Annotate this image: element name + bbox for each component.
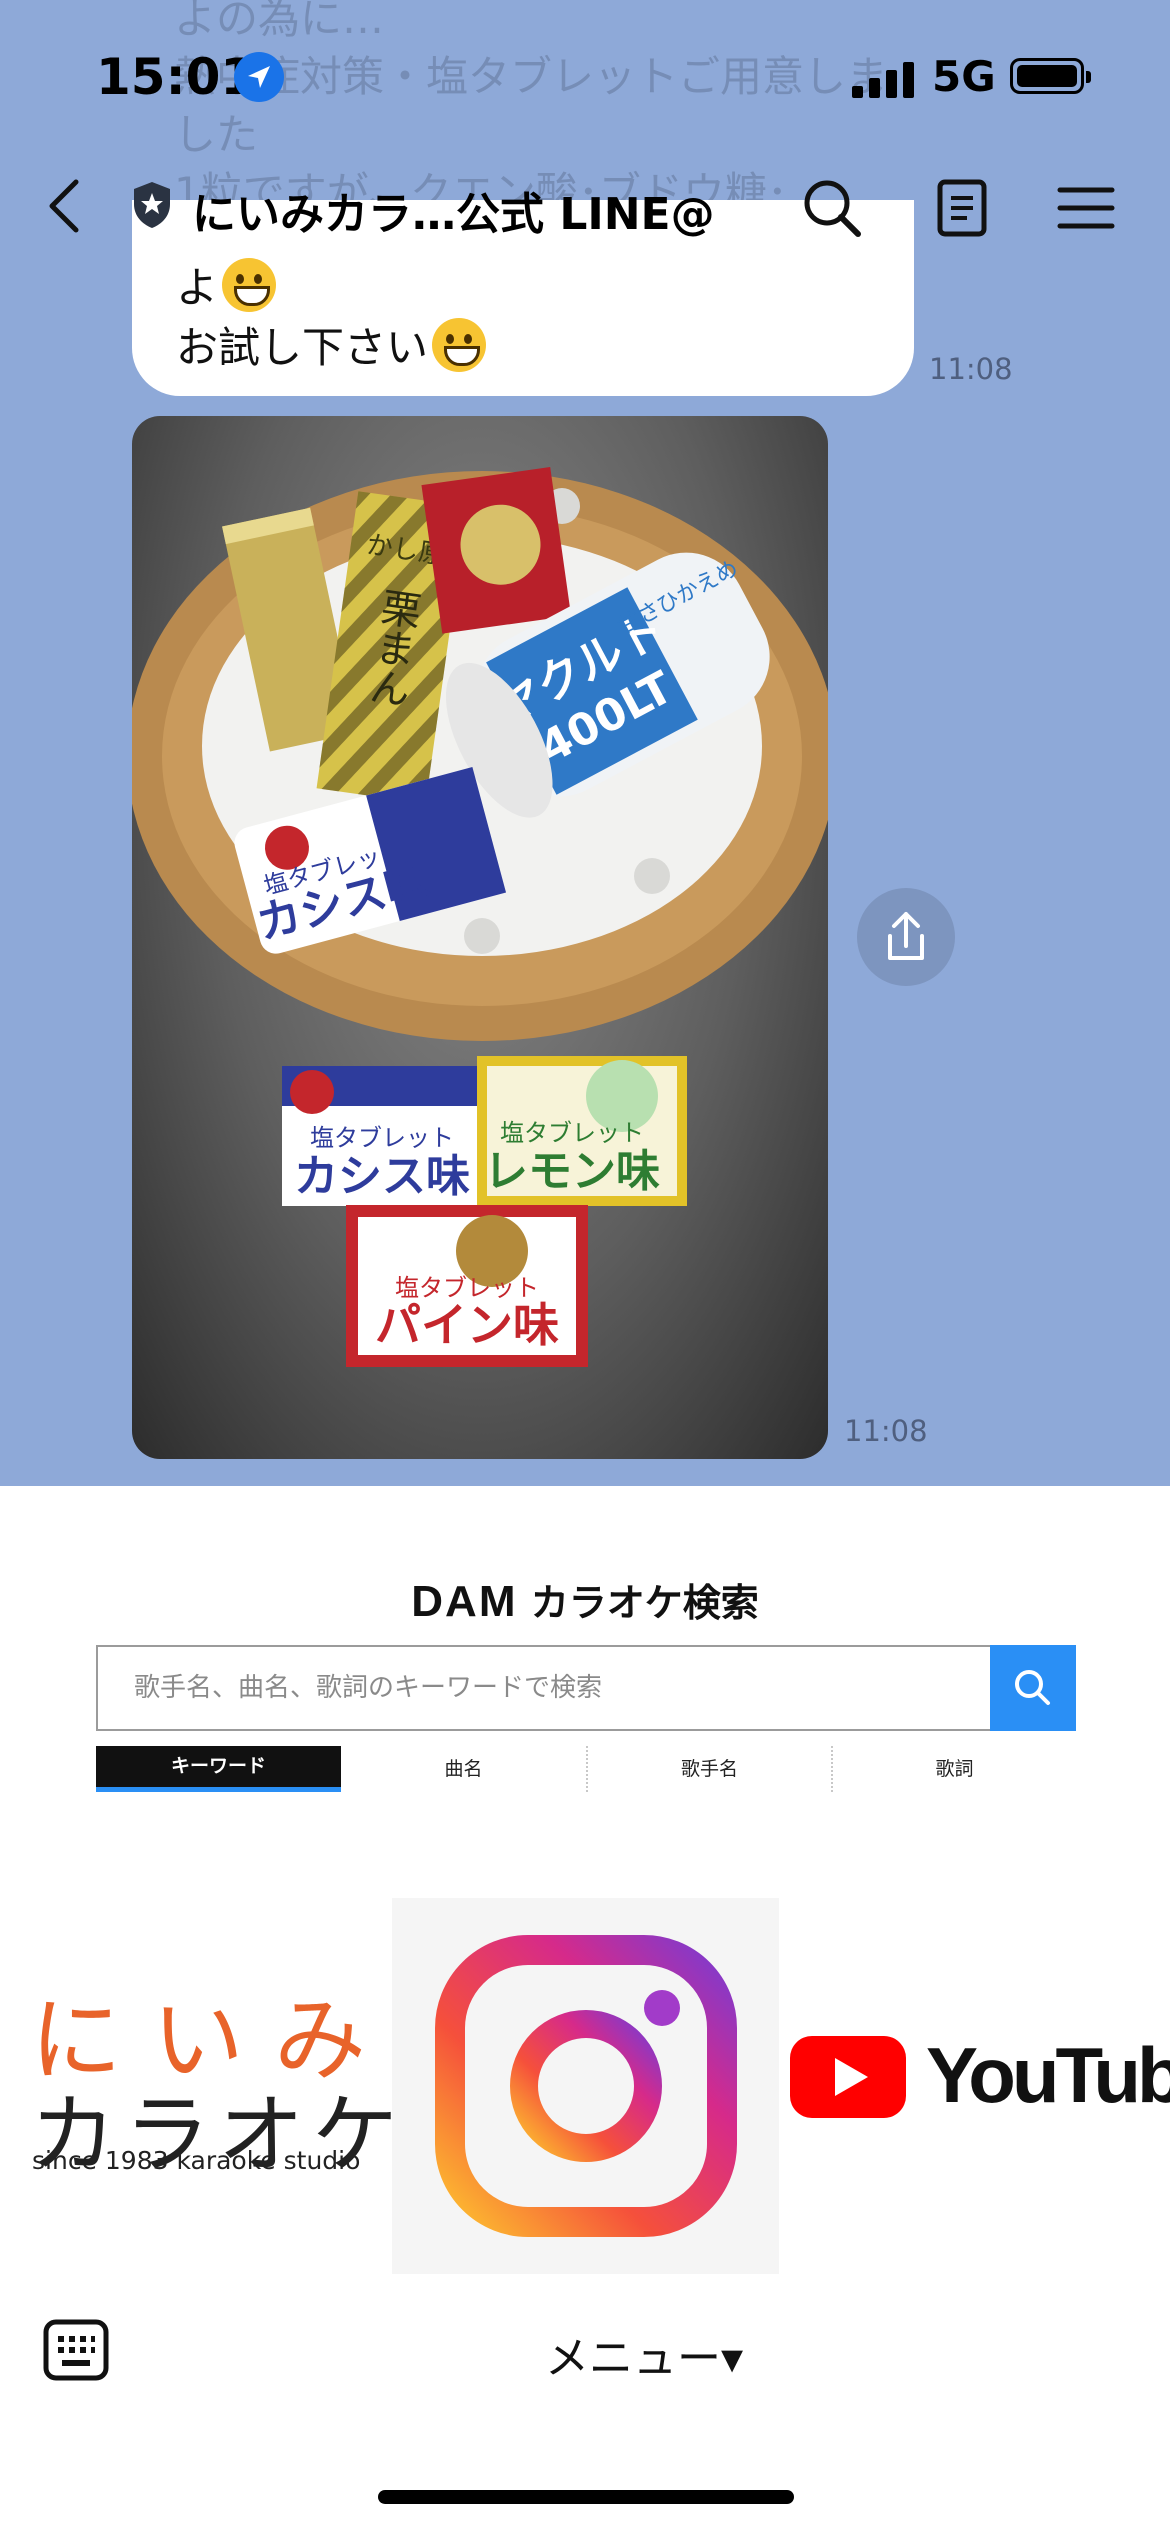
sweat-smile-emoji-icon bbox=[222, 258, 277, 312]
cellular-signal-icon bbox=[852, 58, 916, 98]
dam-karaoke-search-title: DAM カラオケ検索 bbox=[0, 1572, 1170, 1627]
back-icon[interactable] bbox=[44, 176, 84, 236]
message-line-2: お試し下さい bbox=[176, 318, 914, 378]
tab-keyword[interactable]: キーワード bbox=[96, 1746, 341, 1792]
tab-artist[interactable]: 歌手名 bbox=[586, 1746, 831, 1792]
youtube-link[interactable]: YouTube bbox=[788, 2020, 1170, 2138]
tab-song-title[interactable]: 曲名 bbox=[341, 1746, 586, 1792]
photo-pine-flavor: パイン味 bbox=[375, 1298, 559, 1352]
instagram-icon bbox=[435, 1935, 737, 2237]
photo-lemon-flavor: レモン味 bbox=[484, 1146, 660, 1197]
photo-cassis-brand: 塩タブレット bbox=[310, 1124, 454, 1152]
chat-photo[interactable]: かし原 栗まん ヤクルト 400LT 甘さひかえめ 塩タブレット カシス味 塩タ… bbox=[132, 416, 828, 1459]
message-line-2-text: お試し下さい bbox=[176, 323, 429, 372]
home-indicator[interactable] bbox=[378, 2490, 794, 2504]
tab-lyrics[interactable]: 歌詞 bbox=[831, 1746, 1076, 1792]
keyboard-icon[interactable] bbox=[42, 2318, 110, 2382]
search-icon[interactable] bbox=[800, 176, 864, 240]
niimi-logo-sub: since 1983 karaoke studio bbox=[32, 2146, 361, 2175]
dam-search-tabs: キーワード 曲名 歌手名 歌詞 bbox=[96, 1746, 1076, 1792]
dam-search-input[interactable] bbox=[96, 1645, 990, 1731]
niimi-karaoke-logo-link[interactable]: にいみ カラオケ since 1983 karaoke studio bbox=[20, 1966, 398, 2186]
status-bar: 15:01 5G bbox=[0, 0, 1170, 150]
photo-lemon-brand: 塩タブレット bbox=[500, 1119, 644, 1147]
youtube-play-icon bbox=[790, 2036, 906, 2118]
photo-cassis-flavor: カシス味 bbox=[294, 1151, 470, 1202]
status-time: 15:01 bbox=[96, 48, 256, 106]
network-type: 5G bbox=[932, 52, 996, 101]
menu-hamburger-icon[interactable] bbox=[1054, 176, 1118, 240]
official-account-shield-icon bbox=[134, 182, 170, 228]
chat-title[interactable]: にいみカラ…公式 LINE@ bbox=[192, 178, 715, 242]
snack-photo-illustration: かし原 栗まん ヤクルト 400LT 甘さひかえめ 塩タブレット カシス味 塩タ… bbox=[132, 467, 828, 1367]
message-timestamp: 11:08 bbox=[929, 352, 1013, 386]
youtube-wordmark: YouTube bbox=[926, 2031, 1170, 2119]
instagram-link[interactable] bbox=[392, 1898, 779, 2274]
dam-brand: DAM bbox=[411, 1577, 518, 1626]
rich-menu-toggle[interactable]: メニュー▾ bbox=[545, 2322, 743, 2386]
dam-search-bar bbox=[96, 1645, 1076, 1731]
message-line-1-text: よ bbox=[176, 263, 219, 312]
dam-title-text: カラオケ検索 bbox=[530, 1581, 759, 1625]
battery-icon bbox=[1010, 58, 1091, 94]
notes-icon[interactable] bbox=[930, 176, 994, 240]
share-button[interactable] bbox=[857, 888, 955, 986]
share-icon bbox=[888, 912, 924, 960]
location-arrow-icon bbox=[234, 52, 284, 102]
message-line-1: よ bbox=[176, 258, 914, 318]
dam-search-icon bbox=[1015, 1670, 1050, 1705]
photo-timestamp: 11:08 bbox=[844, 1414, 928, 1448]
grin-emoji-icon bbox=[432, 318, 487, 372]
dam-search-button[interactable] bbox=[990, 1645, 1076, 1731]
